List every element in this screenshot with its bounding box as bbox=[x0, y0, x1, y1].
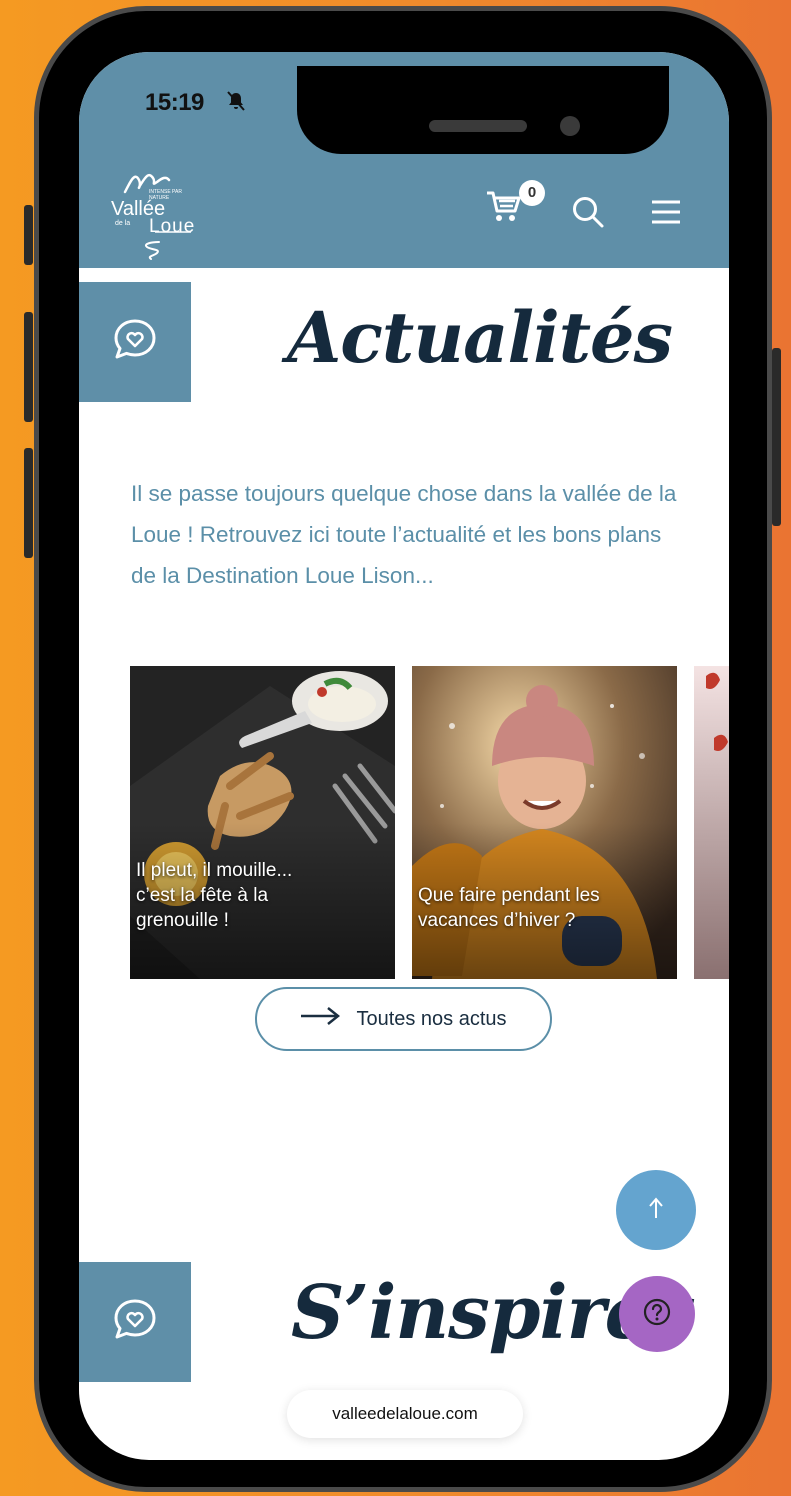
news-chat-tile bbox=[79, 282, 191, 402]
speaker bbox=[429, 120, 527, 132]
help-button[interactable] bbox=[619, 1276, 695, 1352]
address-bar[interactable]: valleedelaloue.com bbox=[287, 1390, 523, 1438]
card-title: Que faire pendant les vacances d’hiver ? bbox=[418, 885, 600, 931]
card-image-partial bbox=[694, 666, 729, 979]
news-section-title: Actualités bbox=[287, 296, 673, 379]
site-logo[interactable]: INTENSE PAR NATURE Vallée de la Loue bbox=[109, 162, 199, 262]
all-news-label: Toutes nos actus bbox=[356, 1007, 507, 1030]
address-bar-url: valleedelaloue.com bbox=[332, 1404, 478, 1423]
volume-down-button bbox=[24, 448, 33, 558]
arrow-right-icon bbox=[300, 1007, 341, 1031]
chat-heart-icon bbox=[110, 1295, 160, 1350]
cart-icon[interactable] bbox=[485, 188, 523, 229]
cart-count-badge: 0 bbox=[519, 180, 545, 206]
silent-switch bbox=[24, 205, 33, 265]
notch bbox=[297, 66, 669, 154]
phone-screen: 15:19 54 INTENSE PAR NATURE Vallée de la… bbox=[79, 52, 729, 1460]
scroll-to-top-button[interactable] bbox=[616, 1170, 696, 1250]
logo-line2: Loue bbox=[149, 216, 196, 237]
chat-heart-icon bbox=[110, 315, 160, 370]
logo-prefix: de la bbox=[115, 220, 131, 227]
news-card[interactable]: Il pleut, il mouille... c’est la fête à … bbox=[130, 666, 395, 979]
news-card[interactable] bbox=[694, 666, 729, 979]
question-icon bbox=[642, 1297, 672, 1332]
front-camera bbox=[560, 116, 580, 136]
news-intro-text: Il se passe toujours quelque chose dans … bbox=[131, 481, 677, 588]
menu-icon[interactable] bbox=[651, 199, 681, 230]
power-button bbox=[772, 348, 781, 526]
inspire-chat-tile bbox=[79, 1262, 191, 1382]
card-title: Il pleut, il mouille... c’est la fête à … bbox=[136, 860, 293, 931]
volume-up-button bbox=[24, 312, 33, 422]
status-time: 15:19 bbox=[145, 89, 204, 116]
bell-muted-icon bbox=[225, 90, 247, 117]
arrow-up-icon bbox=[648, 1195, 664, 1226]
news-card[interactable]: Que faire pendant les vacances d’hiver ? bbox=[412, 666, 677, 979]
all-news-button[interactable]: Toutes nos actus bbox=[255, 987, 552, 1051]
search-icon[interactable] bbox=[571, 195, 605, 234]
